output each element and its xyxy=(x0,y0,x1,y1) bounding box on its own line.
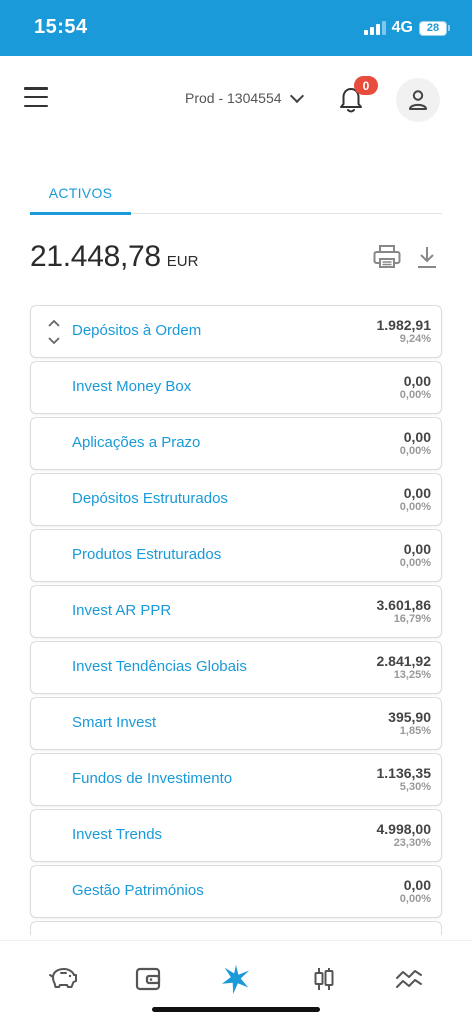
item-label: Depósitos à Ordem xyxy=(72,322,202,339)
item-amount: 1.136,35 xyxy=(376,765,432,781)
item-amount: 1.982,91 xyxy=(376,317,432,333)
status-time: 15:54 xyxy=(34,16,88,38)
battery-icon: 28 xyxy=(419,20,447,36)
total-value: 21.448,78 xyxy=(30,240,161,273)
list-item[interactable]: Aplicações a Prazo 0,00 0,00% xyxy=(30,417,442,470)
item-percent: 13,25% xyxy=(393,669,431,681)
item-label: Invest Trends xyxy=(72,826,163,843)
print-icon[interactable] xyxy=(373,245,401,274)
home-indicator xyxy=(152,1007,320,1012)
app-header: Prod - 1304554 0 xyxy=(0,56,472,146)
bottom-navigation xyxy=(0,940,472,1024)
total-currency: EUR xyxy=(166,253,199,270)
item-amount: 0,00 xyxy=(403,485,431,501)
item-percent: 0,00% xyxy=(399,445,431,457)
menu-icon[interactable] xyxy=(24,87,48,107)
list-item[interactable]: Smart Invest 395,90 1,85% xyxy=(30,697,442,750)
wallet-icon[interactable] xyxy=(132,963,164,995)
trend-lines-icon[interactable] xyxy=(393,963,425,995)
item-label: Invest Tendências Globais xyxy=(72,658,247,675)
chevron-down-icon xyxy=(289,88,304,103)
item-percent: 0,00% xyxy=(399,557,431,569)
account-label: Prod - 1304554 xyxy=(185,90,282,106)
item-label: Produtos Estruturados xyxy=(72,546,222,563)
list-item[interactable]: Depósitos à Ordem 1.982,91 9,24% xyxy=(30,305,442,358)
item-label: Invest AR PPR xyxy=(72,602,172,619)
sort-icon[interactable] xyxy=(48,319,60,345)
notification-badge: 0 xyxy=(354,76,378,95)
item-label: Aplicações a Prazo xyxy=(72,434,201,451)
list-item[interactable]: Fundos de Investimento 1.136,35 5,30% xyxy=(30,753,442,806)
portfolio-total: 21.448,78 EUR xyxy=(30,240,198,274)
item-percent: 23,30% xyxy=(393,837,431,849)
list-item[interactable]: Invest Tendências Globais 2.841,92 13,25… xyxy=(30,641,442,694)
tab-bar: ACTIVOS xyxy=(30,182,442,215)
status-bar: 15:54 4G 28 xyxy=(0,0,472,56)
profile-button[interactable] xyxy=(396,78,440,122)
item-percent: 16,79% xyxy=(393,613,431,625)
item-label: Smart Invest xyxy=(72,714,157,731)
tab-activos[interactable]: ACTIVOS xyxy=(30,182,131,215)
item-percent: 9,24% xyxy=(399,333,431,345)
item-percent: 0,00% xyxy=(399,501,431,513)
item-amount: 3.601,86 xyxy=(376,597,432,613)
signal-icon xyxy=(363,21,386,35)
list-item[interactable]: Invest Money Box 0,00 0,00% xyxy=(30,361,442,414)
item-amount: 0,00 xyxy=(403,877,431,893)
list-item[interactable]: Invest AR PPR 3.601,86 16,79% xyxy=(30,585,442,638)
list-item[interactable]: Depósitos Estruturados 0,00 0,00% xyxy=(30,473,442,526)
list-item[interactable]: Gestão Patrimónios 0,00 0,00% xyxy=(30,865,442,918)
list-item[interactable]: Produtos Estruturados 0,00 0,00% xyxy=(30,529,442,582)
item-percent: 0,00% xyxy=(399,893,431,905)
item-label: Gestão Patrimónios xyxy=(72,882,204,899)
candlestick-icon[interactable] xyxy=(308,963,340,995)
item-percent: 5,30% xyxy=(399,781,431,793)
item-amount: 395,90 xyxy=(388,709,431,725)
item-percent: 0,00% xyxy=(399,389,431,401)
item-percent: 1,85% xyxy=(399,725,431,737)
item-label: Invest Money Box xyxy=(72,378,192,395)
status-indicators: 4G 28 xyxy=(363,19,450,37)
item-amount: 2.841,92 xyxy=(376,653,432,669)
network-type: 4G xyxy=(391,19,413,36)
piggy-bank-icon[interactable] xyxy=(47,963,79,995)
download-icon[interactable] xyxy=(416,245,438,274)
portfolio-list: Depósitos à Ordem 1.982,91 9,24% Invest … xyxy=(30,305,442,938)
account-selector[interactable]: Prod - 1304554 xyxy=(185,88,304,106)
list-item[interactable]: Invest Trends 4.998,00 23,30% xyxy=(30,809,442,862)
star-logo-icon[interactable] xyxy=(220,963,252,995)
item-amount: 4.998,00 xyxy=(376,821,432,837)
user-icon xyxy=(409,90,427,110)
list-item-partial[interactable] xyxy=(30,921,442,935)
item-amount: 0,00 xyxy=(403,541,431,557)
item-label: Depósitos Estruturados xyxy=(72,490,228,507)
item-amount: 0,00 xyxy=(403,373,431,389)
item-amount: 0,00 xyxy=(403,429,431,445)
battery-level: 28 xyxy=(426,22,440,34)
item-label: Fundos de Investimento xyxy=(72,770,233,787)
